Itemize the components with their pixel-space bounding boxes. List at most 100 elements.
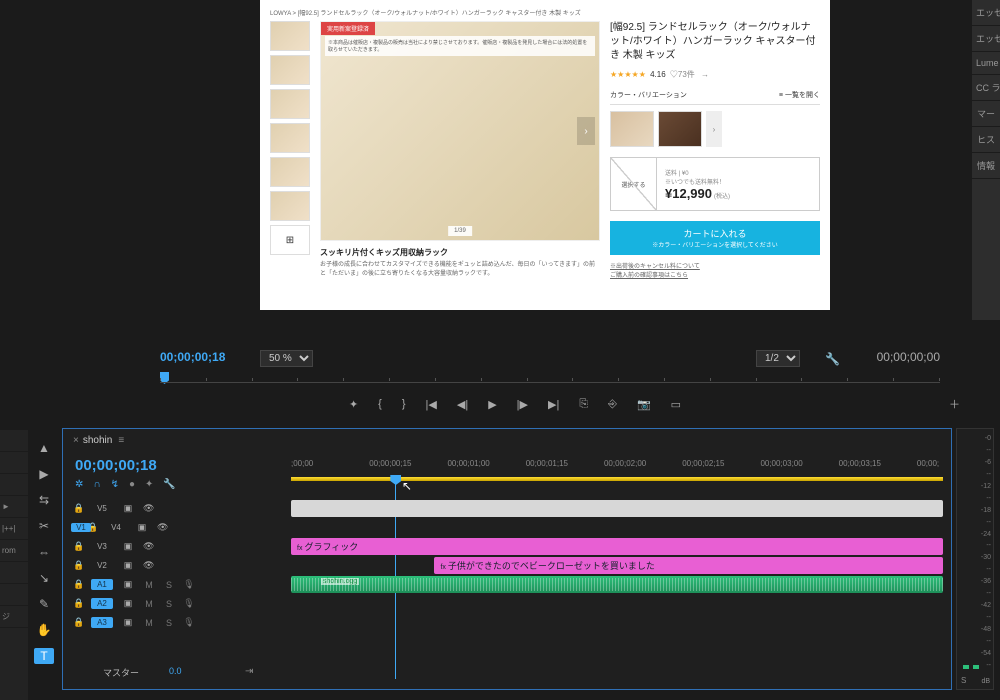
voice-icon[interactable]: 🎙	[183, 598, 195, 609]
lock-icon[interactable]: 🔒	[73, 560, 83, 571]
dock-tab[interactable]: エッセ	[972, 26, 1000, 52]
source-v1[interactable]: V1	[71, 523, 91, 532]
lock-icon[interactable]: 🔒	[73, 579, 83, 590]
razor-tool-icon[interactable]: ✂	[34, 518, 54, 534]
time-ruler[interactable]: ;00;00 00;00;00;15 00;00;01;00 00;00;01;…	[291, 457, 943, 475]
in-icon[interactable]: {	[378, 398, 382, 410]
next-image-icon[interactable]: ›	[577, 117, 595, 145]
eye-icon[interactable]: 👁	[157, 522, 171, 533]
policy-link[interactable]: ご購入前の確認事項はこちら	[610, 270, 820, 279]
pen-tool-icon[interactable]: ↘	[34, 570, 54, 586]
link-icon[interactable]: ↯	[111, 479, 119, 490]
lock-icon[interactable]: 🔒	[73, 617, 83, 628]
hand-tool-icon[interactable]: ✋	[34, 622, 54, 638]
play-icon[interactable]: ▶	[488, 398, 496, 411]
stub-row[interactable]	[0, 562, 28, 584]
stub-row[interactable]: |++|	[0, 518, 28, 540]
wrench-icon[interactable]: 🔧	[825, 352, 840, 366]
audio-track-header[interactable]: 🔒A2▣MS🎙	[73, 594, 283, 613]
zoom-select[interactable]: 50 %	[260, 350, 313, 367]
solo-label[interactable]: S	[961, 676, 966, 685]
slip-tool-icon[interactable]: ⇔	[34, 544, 54, 560]
eye-icon[interactable]: 👁	[143, 541, 157, 552]
eye-icon[interactable]: 👁	[143, 560, 157, 571]
stub-row[interactable]: ジ	[0, 606, 28, 628]
stub-row[interactable]	[0, 430, 28, 452]
goto-out-icon[interactable]: ▶|	[548, 398, 559, 411]
stub-row[interactable]	[0, 584, 28, 606]
dock-tab[interactable]: マー	[972, 101, 1000, 127]
mute-icon[interactable]: M	[143, 580, 155, 590]
goto-in-icon[interactable]: |◀	[426, 398, 437, 411]
monitor-timecode[interactable]: 00;00;00;18	[160, 350, 225, 364]
dock-tab[interactable]: エッセ	[972, 0, 1000, 26]
voice-icon[interactable]: 🎙	[183, 617, 195, 628]
playhead-icon[interactable]	[390, 475, 401, 485]
mute-icon[interactable]: M	[143, 599, 155, 609]
clip-audio[interactable]: shohin.ogg	[291, 576, 943, 593]
track-select-tool-icon[interactable]: ▶	[34, 466, 54, 482]
thumb[interactable]	[270, 55, 310, 85]
source-patch-icon[interactable]: ▣	[135, 522, 149, 533]
type-tool-icon[interactable]: T	[34, 648, 54, 664]
marker-tool-icon[interactable]: ●	[129, 479, 135, 490]
export-frame-icon[interactable]: 📷	[637, 398, 651, 411]
source-patch-icon[interactable]: ▣	[121, 617, 135, 628]
mute-icon[interactable]: M	[143, 618, 155, 628]
step-fwd-icon[interactable]: |▶	[517, 398, 528, 411]
stub-row[interactable]	[0, 474, 28, 496]
selection-tool-icon[interactable]: ▲	[34, 440, 54, 456]
stub-row[interactable]: ►	[0, 496, 28, 518]
voice-icon[interactable]: 🎙	[183, 579, 195, 590]
dock-tab[interactable]: Lume	[972, 52, 1000, 75]
video-track-header[interactable]: 🔒V2▣👁	[73, 556, 283, 575]
variant-swatch[interactable]	[610, 111, 654, 147]
ripple-tool-icon[interactable]: ⇆	[34, 492, 54, 508]
close-icon[interactable]: ×	[73, 435, 79, 446]
thumb[interactable]	[270, 89, 310, 119]
sequence-tab[interactable]: ×shohin≡	[73, 435, 124, 446]
source-patch-icon[interactable]: ▣	[121, 598, 135, 609]
source-patch-icon[interactable]: ▣	[121, 560, 135, 571]
video-track-header[interactable]: 🔒V3▣👁	[73, 537, 283, 556]
extract-icon[interactable]: ⎆	[608, 398, 617, 411]
solo-icon[interactable]: S	[163, 580, 175, 590]
thumb[interactable]	[270, 191, 310, 221]
compare-icon[interactable]: ▭	[671, 398, 681, 411]
solo-icon[interactable]: S	[163, 618, 175, 628]
dock-tab[interactable]: 情報	[972, 153, 1000, 179]
lift-icon[interactable]: ⎘	[579, 398, 588, 411]
marker-icon[interactable]: ✦	[349, 398, 358, 411]
eye-icon[interactable]: 👁	[143, 503, 157, 514]
variation-expand[interactable]: ≡一覧を開く	[779, 90, 820, 100]
add-button-icon[interactable]: ＋	[949, 396, 960, 412]
work-area-bar[interactable]	[291, 477, 943, 481]
timeline-body[interactable]: ;00;00 00;00;00;15 00;00;01;00 00;00;01;…	[291, 457, 943, 679]
clip-graphic[interactable]: fxグラフィック	[291, 538, 943, 555]
step-back-icon[interactable]: ◀|	[457, 398, 468, 411]
lock-icon[interactable]: 🔒	[73, 541, 83, 552]
solo-icon[interactable]: S	[163, 599, 175, 609]
magnet-icon[interactable]: ∩	[93, 479, 100, 490]
resolution-select[interactable]: 1/2	[756, 350, 800, 367]
source-patch-icon[interactable]: ▣	[121, 541, 135, 552]
variant-next-icon[interactable]: ›	[706, 111, 722, 147]
audio-track-header[interactable]: 🔒A3▣MS🎙	[73, 613, 283, 632]
wrench-icon[interactable]: 🔧	[163, 479, 175, 490]
clip-title[interactable]: fx子供ができたのでベビークローゼットを買いました	[434, 557, 943, 574]
settings-icon[interactable]: ✦	[145, 479, 153, 490]
stub-row[interactable]	[0, 452, 28, 474]
source-patch-icon[interactable]: ▣	[121, 579, 135, 590]
source-patch-icon[interactable]: ▣	[121, 503, 135, 514]
thumb-more[interactable]: ⊞	[270, 225, 310, 255]
variant-swatch[interactable]	[658, 111, 702, 147]
audio-track-header[interactable]: 🔒A1▣MS🎙	[73, 575, 283, 594]
video-track-header[interactable]: V1🔒V4▣👁	[73, 518, 283, 537]
thumb[interactable]	[270, 157, 310, 187]
clip[interactable]	[291, 500, 943, 517]
lock-icon[interactable]: 🔒	[73, 598, 83, 609]
expand-icon[interactable]: ⇥	[245, 666, 253, 677]
thumb[interactable]	[270, 21, 310, 51]
video-track-header[interactable]: 🔒V5▣👁	[73, 499, 283, 518]
policy-link[interactable]: ※出荷後のキャンセル料について	[610, 261, 820, 270]
